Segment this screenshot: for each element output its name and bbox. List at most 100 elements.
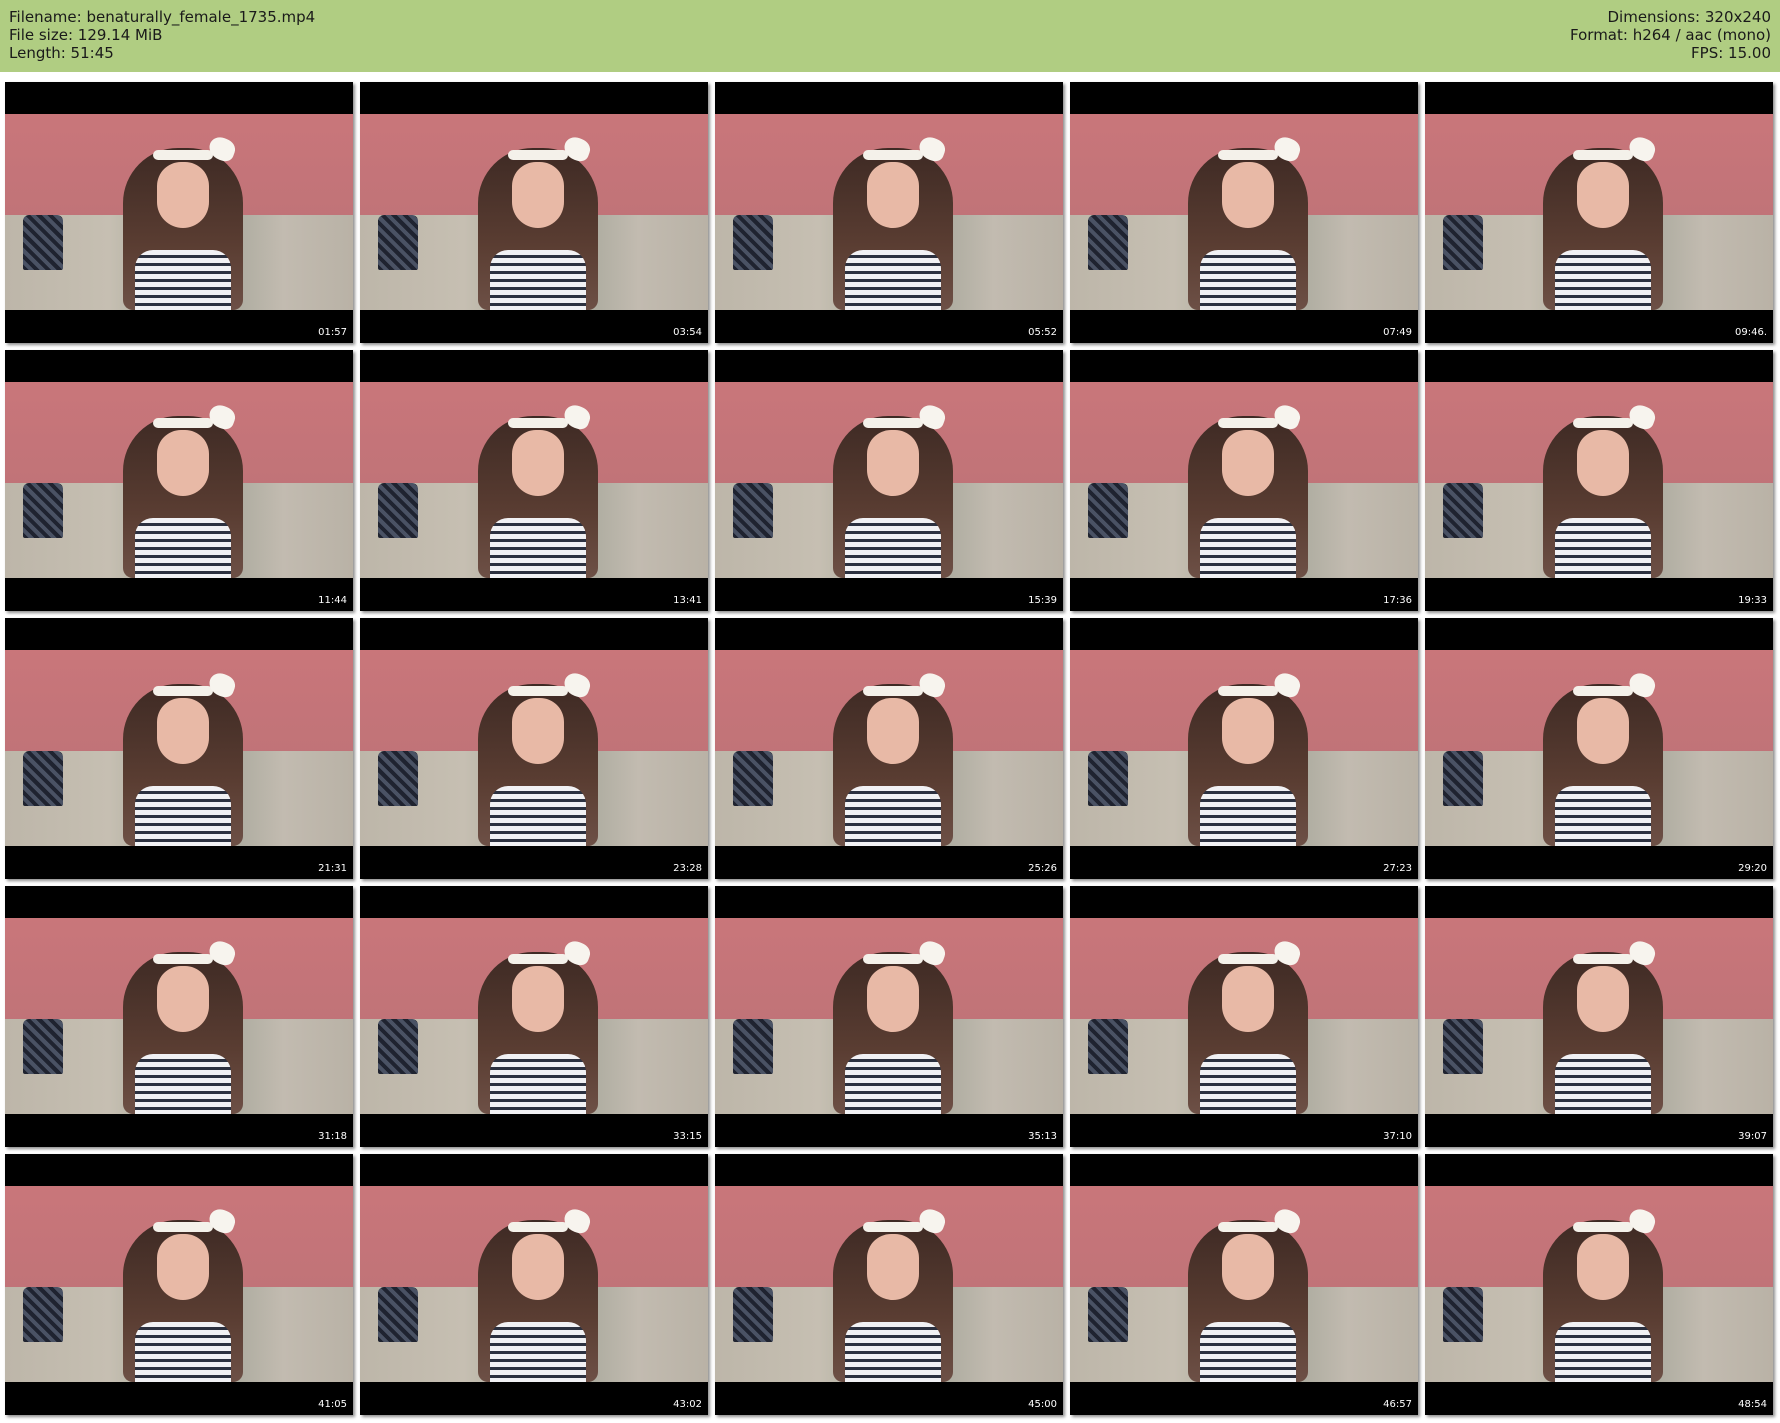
video-thumbnail[interactable]: 05:52: [715, 82, 1063, 343]
video-thumbnail[interactable]: 23:28: [360, 618, 708, 879]
person: [478, 938, 598, 1114]
timestamp-label: 29:20: [1738, 863, 1767, 874]
stream-info: Dimensions: 320x240 Format: h264 / aac (…: [1570, 8, 1771, 62]
video-thumbnail[interactable]: 46:57: [1070, 1154, 1418, 1415]
timestamp-label: 43:02: [673, 1399, 702, 1410]
video-thumbnail[interactable]: 39:07: [1425, 886, 1773, 1147]
timestamp-label: 11:44: [318, 595, 347, 606]
chair: [733, 1019, 773, 1074]
frame-image: [715, 382, 1063, 578]
frame-image: [715, 114, 1063, 310]
chair: [1088, 483, 1128, 538]
person: [833, 1206, 953, 1382]
timestamp-label: 07:49: [1383, 327, 1412, 338]
chair: [378, 483, 418, 538]
chair: [23, 751, 63, 806]
person: [478, 1206, 598, 1382]
frame-image: [1425, 1186, 1773, 1382]
chair: [23, 1287, 63, 1342]
timestamp-label: 46:57: [1383, 1399, 1412, 1410]
timestamp-label: 35:13: [1028, 1131, 1057, 1142]
video-thumbnail[interactable]: 27:23: [1070, 618, 1418, 879]
frame-image: [1070, 114, 1418, 310]
frame-image: [1070, 1186, 1418, 1382]
timestamp-label: 48:54: [1738, 1399, 1767, 1410]
frame-image: [1425, 382, 1773, 578]
chair: [23, 1019, 63, 1074]
video-thumbnail[interactable]: 33:15: [360, 886, 708, 1147]
timestamp-label: 09:46.: [1735, 327, 1767, 338]
file-info: Filename: benaturally_female_1735.mp4 Fi…: [9, 8, 315, 62]
thumbnail-grid: 01:57 03:54 05:52 07:49 09:46. 11:44 13:41 15:3…: [5, 82, 1773, 1415]
chair: [23, 483, 63, 538]
person: [1188, 670, 1308, 846]
video-thumbnail[interactable]: 03:54: [360, 82, 708, 343]
video-thumbnail[interactable]: 29:20: [1425, 618, 1773, 879]
timestamp-label: 21:31: [318, 863, 347, 874]
timestamp-label: 05:52: [1028, 327, 1057, 338]
frame-image: [1070, 650, 1418, 846]
video-thumbnail[interactable]: 25:26: [715, 618, 1063, 879]
video-thumbnail[interactable]: 31:18: [5, 886, 353, 1147]
person: [1543, 1206, 1663, 1382]
person: [123, 402, 243, 578]
chair: [378, 1287, 418, 1342]
chair: [733, 215, 773, 270]
video-thumbnail[interactable]: 45:00: [715, 1154, 1063, 1415]
chair: [1443, 1287, 1483, 1342]
person: [1188, 1206, 1308, 1382]
chair: [1088, 215, 1128, 270]
video-thumbnail[interactable]: 07:49: [1070, 82, 1418, 343]
frame-image: [1425, 650, 1773, 846]
chair: [378, 215, 418, 270]
format-label: Format: h264 / aac (mono): [1570, 26, 1771, 44]
frame-image: [715, 650, 1063, 846]
length-label: Length: 51:45: [9, 44, 114, 62]
frame-image: [360, 114, 708, 310]
video-thumbnail[interactable]: 15:39: [715, 350, 1063, 611]
video-thumbnail[interactable]: 19:33: [1425, 350, 1773, 611]
chair: [1443, 215, 1483, 270]
timestamp-label: 03:54: [673, 327, 702, 338]
timestamp-label: 45:00: [1028, 1399, 1057, 1410]
person: [478, 134, 598, 310]
person: [1543, 402, 1663, 578]
frame-image: [1425, 918, 1773, 1114]
timestamp-label: 13:41: [673, 595, 702, 606]
video-thumbnail[interactable]: 37:10: [1070, 886, 1418, 1147]
chair: [733, 1287, 773, 1342]
frame-image: [360, 650, 708, 846]
video-thumbnail[interactable]: 01:57: [5, 82, 353, 343]
video-thumbnail[interactable]: 17:36: [1070, 350, 1418, 611]
person: [123, 134, 243, 310]
chair: [733, 751, 773, 806]
frame-image: [5, 650, 353, 846]
timestamp-label: 37:10: [1383, 1131, 1412, 1142]
frame-image: [1070, 382, 1418, 578]
person: [1188, 134, 1308, 310]
chair: [1088, 751, 1128, 806]
frame-image: [360, 382, 708, 578]
video-thumbnail[interactable]: 43:02: [360, 1154, 708, 1415]
info-header: Filename: benaturally_female_1735.mp4 Fi…: [0, 0, 1780, 72]
filename-label: Filename: benaturally_female_1735.mp4: [9, 8, 316, 26]
timestamp-label: 19:33: [1738, 595, 1767, 606]
person: [1543, 670, 1663, 846]
person: [478, 402, 598, 578]
video-thumbnail[interactable]: 35:13: [715, 886, 1063, 1147]
video-thumbnail[interactable]: 09:46.: [1425, 82, 1773, 343]
video-thumbnail[interactable]: 11:44: [5, 350, 353, 611]
chair: [1088, 1019, 1128, 1074]
person: [123, 938, 243, 1114]
video-thumbnail[interactable]: 41:05: [5, 1154, 353, 1415]
video-thumbnail[interactable]: 21:31: [5, 618, 353, 879]
frame-image: [1070, 918, 1418, 1114]
video-thumbnail[interactable]: 13:41: [360, 350, 708, 611]
frame-image: [360, 1186, 708, 1382]
video-thumbnail[interactable]: 48:54: [1425, 1154, 1773, 1415]
fps-label: FPS: 15.00: [1691, 44, 1771, 62]
frame-image: [5, 114, 353, 310]
timestamp-label: 31:18: [318, 1131, 347, 1142]
timestamp-label: 33:15: [673, 1131, 702, 1142]
person: [123, 1206, 243, 1382]
